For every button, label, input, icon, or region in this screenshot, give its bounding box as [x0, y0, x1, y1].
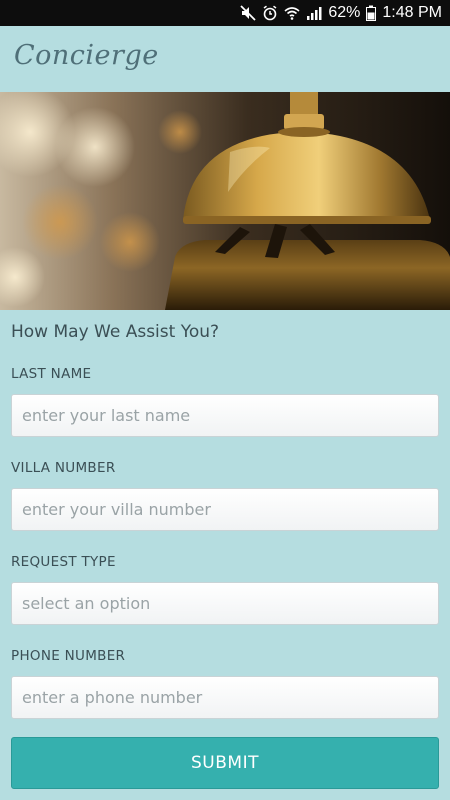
alarm-icon — [262, 5, 278, 21]
battery-icon — [366, 5, 377, 21]
form-heading: How May We Assist You? — [11, 322, 220, 342]
app-header: Concierge — [0, 26, 450, 92]
last-name-input[interactable] — [11, 394, 439, 437]
wifi-icon — [284, 5, 300, 21]
last-name-label: LAST NAME — [11, 366, 92, 382]
villa-number-label: VILLA NUMBER — [11, 460, 116, 476]
mute-icon — [240, 5, 257, 21]
phone-number-label: PHONE NUMBER — [11, 648, 126, 664]
service-bell-photo — [0, 92, 450, 310]
request-type-select[interactable]: select an option — [11, 582, 439, 625]
hero-image — [0, 92, 450, 310]
signal-icon — [306, 5, 322, 21]
app-title: Concierge — [14, 40, 159, 71]
clock-time: 1:48 PM — [382, 4, 442, 21]
submit-button[interactable]: SUBMIT — [11, 737, 439, 789]
status-bar: 62% 1:48 PM — [0, 0, 450, 26]
battery-percent: 62% — [328, 4, 361, 21]
villa-number-input[interactable] — [11, 488, 439, 531]
phone-number-input[interactable] — [11, 676, 439, 719]
request-type-label: REQUEST TYPE — [11, 554, 116, 570]
